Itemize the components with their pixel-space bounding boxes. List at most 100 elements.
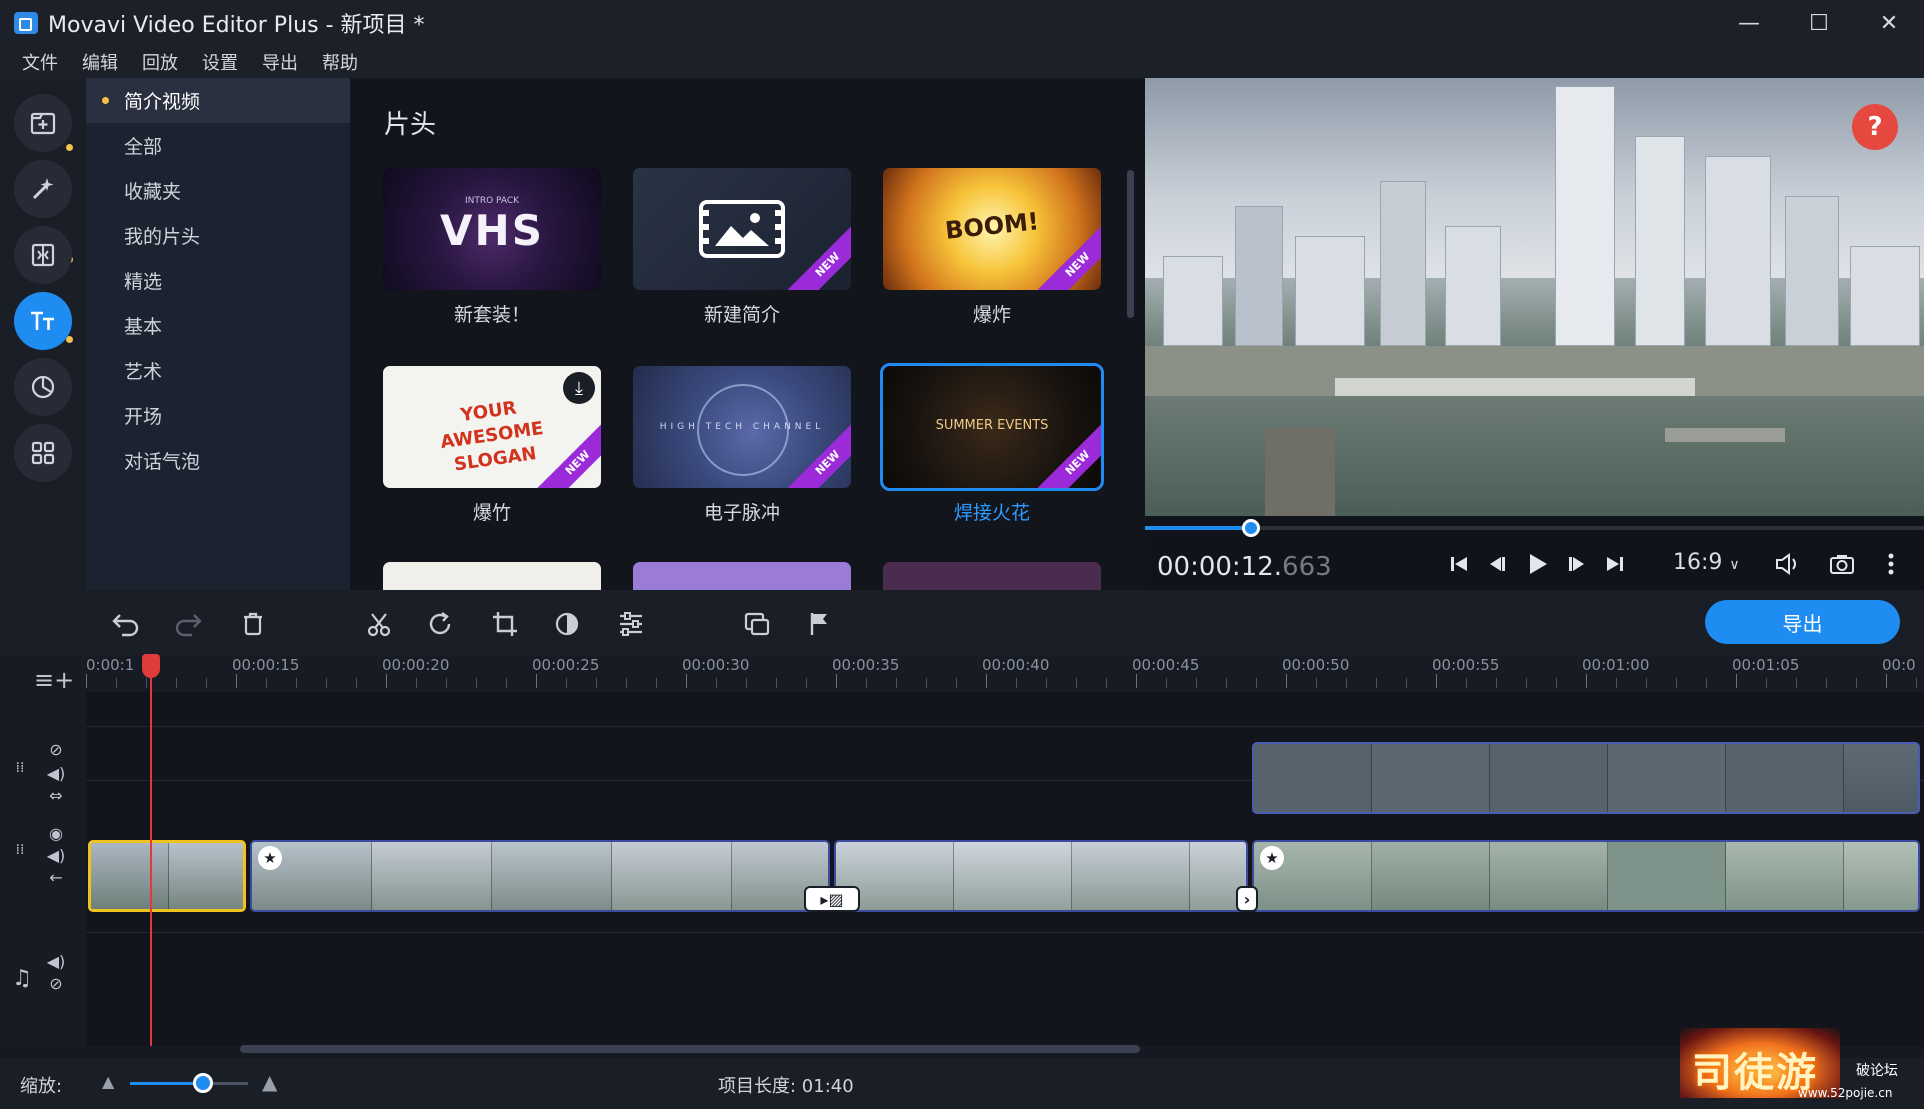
more-tools-button[interactable] — [14, 424, 72, 482]
filters-button[interactable] — [14, 160, 72, 218]
import-media-button[interactable] — [14, 94, 72, 152]
unlink-icon[interactable]: ⊘ — [46, 974, 66, 993]
title-card-boom[interactable]: BOOM! NEW 爆炸 — [883, 168, 1101, 327]
download-icon[interactable]: ⤓ — [563, 372, 595, 404]
title-card-partial[interactable] — [383, 562, 601, 590]
zoom-out-icon[interactable]: ▲ — [102, 1072, 114, 1091]
volume-icon[interactable]: ◀) — [46, 846, 66, 865]
transition-marker[interactable]: ▸▨ — [804, 886, 860, 912]
frame-back-icon[interactable] — [1483, 546, 1511, 582]
title-card-vhs[interactable]: INTRO PACK VHS 新套装！ — [383, 168, 601, 327]
skip-start-icon[interactable] — [1445, 546, 1473, 582]
title-card-firecracker[interactable]: YOUR AWESOME SLOGAN ⤓ NEW 爆竹 — [383, 366, 601, 525]
volume-icon[interactable] — [1771, 546, 1805, 582]
menu-export[interactable]: 导出 — [262, 49, 298, 75]
rotate-icon[interactable] — [424, 607, 458, 641]
ruler-tick — [566, 678, 567, 688]
volume-icon[interactable]: ◀) — [46, 764, 66, 783]
camera-icon[interactable] — [1825, 546, 1859, 582]
delete-icon[interactable] — [236, 607, 270, 641]
category-basic[interactable]: 基本 — [86, 303, 350, 348]
ruler-tick — [446, 678, 447, 688]
minimize-button[interactable]: — — [1714, 0, 1784, 46]
marker-flag-icon[interactable] — [802, 607, 836, 641]
title-card-new-intro[interactable]: NEW 新建简介 — [633, 168, 851, 327]
maximize-button[interactable]: ☐ — [1784, 0, 1854, 46]
transition-marker[interactable]: › — [1236, 886, 1258, 912]
title-card-partial[interactable] — [883, 562, 1101, 590]
star-icon[interactable]: ★ — [1260, 846, 1284, 870]
star-icon[interactable]: ★ — [258, 846, 282, 870]
more-icon[interactable] — [1879, 546, 1903, 582]
playhead-handle[interactable] — [142, 654, 160, 678]
skip-end-icon[interactable] — [1601, 546, 1629, 582]
crop-icon[interactable] — [488, 607, 522, 641]
thumb-text: HIGH TECH CHANNEL — [659, 422, 825, 432]
category-art[interactable]: 艺术 — [86, 348, 350, 393]
undo-icon[interactable] — [108, 607, 142, 641]
timeline-ruler[interactable]: 0:00:1 00:00:15 00:00:20 00:00:25 00:00:30 00… — [86, 656, 1924, 692]
title-card-partial[interactable] — [633, 562, 851, 590]
arrow-left-icon[interactable]: ← — [46, 868, 66, 887]
zoom-slider[interactable] — [130, 1082, 248, 1085]
export-button[interactable]: 导出 — [1705, 600, 1900, 644]
drag-handle-icon[interactable]: ⁞⁞ — [10, 842, 30, 858]
timeline-scrollbar[interactable] — [240, 1045, 1140, 1053]
ruler-tick — [986, 674, 987, 688]
preview-seek-bar[interactable] — [1145, 519, 1924, 537]
drag-handle-icon[interactable]: ⁞⁞ — [10, 760, 30, 776]
ruler-tick — [1796, 678, 1797, 688]
video-clip[interactable] — [834, 840, 1248, 912]
overlay-icon[interactable] — [740, 607, 774, 641]
title-card-welding-sparks[interactable]: SUMMER EVENTS NEW 焊接火花 — [880, 363, 1104, 525]
hidden-eye-icon[interactable]: ⊘ — [46, 740, 66, 759]
link-icon[interactable]: ⇔ — [46, 786, 66, 805]
color-adjust-icon[interactable] — [550, 607, 584, 641]
titles-button[interactable] — [14, 292, 72, 350]
redo-icon[interactable] — [172, 607, 206, 641]
category-intro-videos[interactable]: 简介视频 — [86, 78, 350, 123]
menu-file[interactable]: 文件 — [22, 49, 58, 75]
menu-playback[interactable]: 回放 — [142, 49, 178, 75]
zoom-slider-handle[interactable] — [193, 1073, 214, 1093]
aspect-ratio-dropdown[interactable]: 16:9 ∨ — [1673, 550, 1740, 575]
play-icon — [1530, 554, 1547, 574]
menu-settings[interactable]: 设置 — [202, 49, 238, 75]
video-clip[interactable]: ★ — [1252, 840, 1920, 912]
volume-icon[interactable]: ◀) — [46, 952, 66, 971]
overlay-clip[interactable] — [1252, 742, 1920, 814]
category-all[interactable]: 全部 — [86, 123, 350, 168]
menu-edit[interactable]: 编辑 — [82, 49, 118, 75]
clip-frame — [1490, 744, 1608, 812]
stickers-button[interactable] — [14, 358, 72, 416]
transitions-button[interactable] — [14, 226, 72, 284]
add-track-icon[interactable]: ≡+ — [34, 666, 74, 694]
ruler-tick — [176, 678, 177, 688]
frame-forward-icon[interactable] — [1563, 546, 1591, 582]
menu-help[interactable]: 帮助 — [322, 49, 358, 75]
category-favorites[interactable]: 收藏夹 — [86, 168, 350, 213]
settings-sliders-icon[interactable] — [614, 607, 648, 641]
category-speech-bubbles[interactable]: 对话气泡 — [86, 438, 350, 483]
category-my-titles[interactable]: 我的片头 — [86, 213, 350, 258]
ruler-tick — [146, 678, 147, 688]
clip-frame — [954, 842, 1072, 910]
cut-icon[interactable] — [362, 607, 396, 641]
category-featured[interactable]: 精选 — [86, 258, 350, 303]
play-button[interactable] — [1521, 546, 1553, 582]
gallery-scrollbar[interactable] — [1127, 170, 1134, 318]
video-clip[interactable]: ★ — [250, 840, 830, 912]
close-button[interactable]: ✕ — [1854, 0, 1924, 46]
clip-frame — [1254, 744, 1372, 812]
thumbnail-new-intro: NEW — [633, 168, 851, 290]
help-button[interactable]: ? — [1852, 104, 1898, 150]
seek-handle[interactable] — [1241, 519, 1260, 537]
ruler-tick — [1286, 674, 1287, 688]
zoom-in-icon[interactable]: ▲ — [262, 1070, 277, 1094]
title-card-electronic-pulse[interactable]: HIGH TECH CHANNEL NEW 电子脉冲 — [633, 366, 851, 525]
video-clip-selected[interactable] — [88, 840, 246, 912]
eye-icon[interactable]: ◉ — [46, 824, 66, 843]
playhead[interactable] — [150, 656, 152, 1046]
timecode-main: 00:00:12. — [1157, 552, 1283, 582]
category-opening[interactable]: 开场 — [86, 393, 350, 438]
